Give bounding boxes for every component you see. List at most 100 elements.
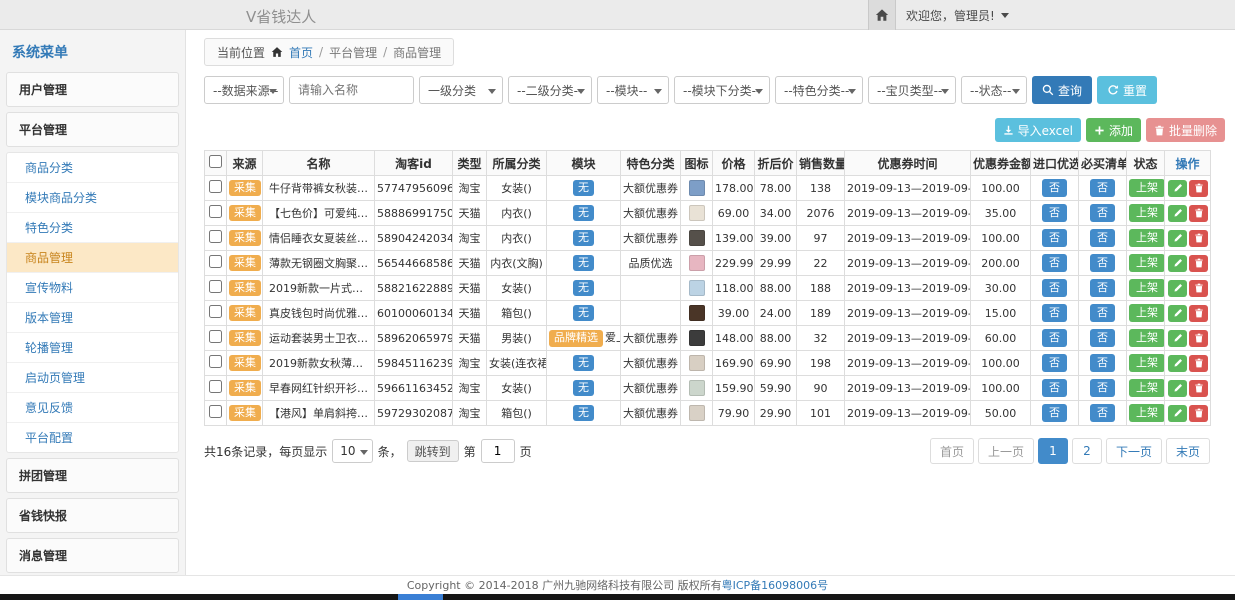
- filter-select-status[interactable]: --状态--: [961, 76, 1027, 104]
- delete-button[interactable]: [1189, 305, 1208, 322]
- row-checkbox[interactable]: [209, 230, 222, 243]
- filter-select-module-subcategory[interactable]: --模块下分类--: [674, 76, 770, 104]
- pager-button[interactable]: 下一页: [1106, 438, 1162, 464]
- search-button[interactable]: 查询: [1032, 76, 1092, 104]
- must-buy-toggle[interactable]: 否: [1090, 254, 1115, 271]
- status-button[interactable]: 上架: [1129, 329, 1165, 346]
- must-buy-toggle[interactable]: 否: [1090, 404, 1115, 421]
- edit-button[interactable]: [1168, 305, 1187, 322]
- row-checkbox[interactable]: [209, 330, 222, 343]
- per-page-select[interactable]: 10: [332, 439, 372, 463]
- row-checkbox[interactable]: [209, 380, 222, 393]
- edit-button[interactable]: [1168, 380, 1187, 397]
- edit-button[interactable]: [1168, 255, 1187, 272]
- filter-select-special-category[interactable]: --特色分类--: [775, 76, 863, 104]
- home-button[interactable]: [868, 0, 896, 30]
- edit-button[interactable]: [1168, 280, 1187, 297]
- import-select-toggle[interactable]: 否: [1042, 229, 1067, 246]
- sidebar-item-message-management[interactable]: 消息管理: [6, 538, 179, 573]
- page-number-input[interactable]: [481, 439, 515, 463]
- pager-button[interactable]: 首页: [930, 438, 974, 464]
- jump-button[interactable]: 跳转到: [407, 440, 459, 462]
- sidebar-item-module-product-category[interactable]: 模块商品分类: [7, 183, 178, 213]
- reset-button[interactable]: 重置: [1097, 76, 1157, 104]
- delete-button[interactable]: [1189, 180, 1208, 197]
- status-button[interactable]: 上架: [1129, 204, 1165, 221]
- icp-link[interactable]: 粤ICP备16098006号: [722, 579, 829, 592]
- pager-button[interactable]: 上一页: [978, 438, 1034, 464]
- row-checkbox[interactable]: [209, 280, 222, 293]
- add-button[interactable]: 添加: [1086, 118, 1141, 142]
- status-button[interactable]: 上架: [1129, 179, 1165, 196]
- sidebar-item-feedback[interactable]: 意见反馈: [7, 393, 178, 423]
- user-menu[interactable]: 欢迎您，管理员!: [896, 7, 1019, 24]
- import-select-toggle[interactable]: 否: [1042, 279, 1067, 296]
- filter-select-data-source[interactable]: --数据来源--: [204, 76, 284, 104]
- delete-button[interactable]: [1189, 330, 1208, 347]
- filter-select-level2-category[interactable]: --二级分类--: [508, 76, 592, 104]
- status-button[interactable]: 上架: [1129, 404, 1165, 421]
- status-button[interactable]: 上架: [1129, 304, 1165, 321]
- delete-button[interactable]: [1189, 405, 1208, 422]
- sidebar-item-platform-config[interactable]: 平台配置: [7, 423, 178, 452]
- select-all-checkbox[interactable]: [209, 155, 222, 168]
- must-buy-toggle[interactable]: 否: [1090, 354, 1115, 371]
- import-select-toggle[interactable]: 否: [1042, 254, 1067, 271]
- must-buy-toggle[interactable]: 否: [1090, 204, 1115, 221]
- sidebar-item-group-buy-management[interactable]: 拼团管理: [6, 458, 179, 493]
- status-button[interactable]: 上架: [1129, 279, 1165, 296]
- filter-select-item-type[interactable]: --宝贝类型--: [868, 76, 956, 104]
- import-excel-button[interactable]: 导入excel: [995, 118, 1081, 142]
- edit-button[interactable]: [1168, 405, 1187, 422]
- import-select-toggle[interactable]: 否: [1042, 179, 1067, 196]
- delete-button[interactable]: [1189, 205, 1208, 222]
- edit-button[interactable]: [1168, 330, 1187, 347]
- import-select-toggle[interactable]: 否: [1042, 379, 1067, 396]
- breadcrumb-home-link[interactable]: 首页: [289, 44, 313, 61]
- must-buy-toggle[interactable]: 否: [1090, 229, 1115, 246]
- pager-button[interactable]: 1: [1038, 438, 1068, 464]
- import-select-toggle[interactable]: 否: [1042, 404, 1067, 421]
- sidebar-item-savings-news[interactable]: 省钱快报: [6, 498, 179, 533]
- sidebar-item-product-category[interactable]: 商品分类: [7, 153, 178, 183]
- sidebar-item-version-management[interactable]: 版本管理: [7, 303, 178, 333]
- row-checkbox[interactable]: [209, 405, 222, 418]
- status-button[interactable]: 上架: [1129, 379, 1165, 396]
- must-buy-toggle[interactable]: 否: [1090, 379, 1115, 396]
- delete-button[interactable]: [1189, 280, 1208, 297]
- name-search-input[interactable]: [289, 76, 414, 104]
- must-buy-toggle[interactable]: 否: [1090, 329, 1115, 346]
- edit-button[interactable]: [1168, 230, 1187, 247]
- delete-button[interactable]: [1189, 355, 1208, 372]
- edit-button[interactable]: [1168, 355, 1187, 372]
- filter-select-level1-category[interactable]: 一级分类: [419, 76, 503, 104]
- row-checkbox[interactable]: [209, 255, 222, 268]
- edit-button[interactable]: [1168, 205, 1187, 222]
- delete-button[interactable]: [1189, 230, 1208, 247]
- status-button[interactable]: 上架: [1129, 354, 1165, 371]
- row-checkbox[interactable]: [209, 180, 222, 193]
- edit-button[interactable]: [1168, 180, 1187, 197]
- must-buy-toggle[interactable]: 否: [1090, 179, 1115, 196]
- sidebar-item-platform-management[interactable]: 平台管理: [6, 112, 179, 147]
- import-select-toggle[interactable]: 否: [1042, 354, 1067, 371]
- status-button[interactable]: 上架: [1129, 254, 1165, 271]
- import-select-toggle[interactable]: 否: [1042, 329, 1067, 346]
- delete-button[interactable]: [1189, 380, 1208, 397]
- pager-button[interactable]: 末页: [1166, 438, 1210, 464]
- row-checkbox[interactable]: [209, 305, 222, 318]
- sidebar-item-promo-material[interactable]: 宣传物料: [7, 273, 178, 303]
- row-checkbox[interactable]: [209, 205, 222, 218]
- import-select-toggle[interactable]: 否: [1042, 204, 1067, 221]
- status-button[interactable]: 上架: [1129, 229, 1165, 246]
- sidebar-item-special-category[interactable]: 特色分类: [7, 213, 178, 243]
- delete-button[interactable]: [1189, 255, 1208, 272]
- must-buy-toggle[interactable]: 否: [1090, 304, 1115, 321]
- sidebar-item-carousel-management[interactable]: 轮播管理: [7, 333, 178, 363]
- import-select-toggle[interactable]: 否: [1042, 304, 1067, 321]
- sidebar-item-product-management[interactable]: 商品管理: [7, 243, 178, 273]
- sidebar-item-splash-management[interactable]: 启动页管理: [7, 363, 178, 393]
- filter-select-module[interactable]: --模块--: [597, 76, 669, 104]
- sidebar-item-user-management[interactable]: 用户管理: [6, 72, 179, 107]
- row-checkbox[interactable]: [209, 355, 222, 368]
